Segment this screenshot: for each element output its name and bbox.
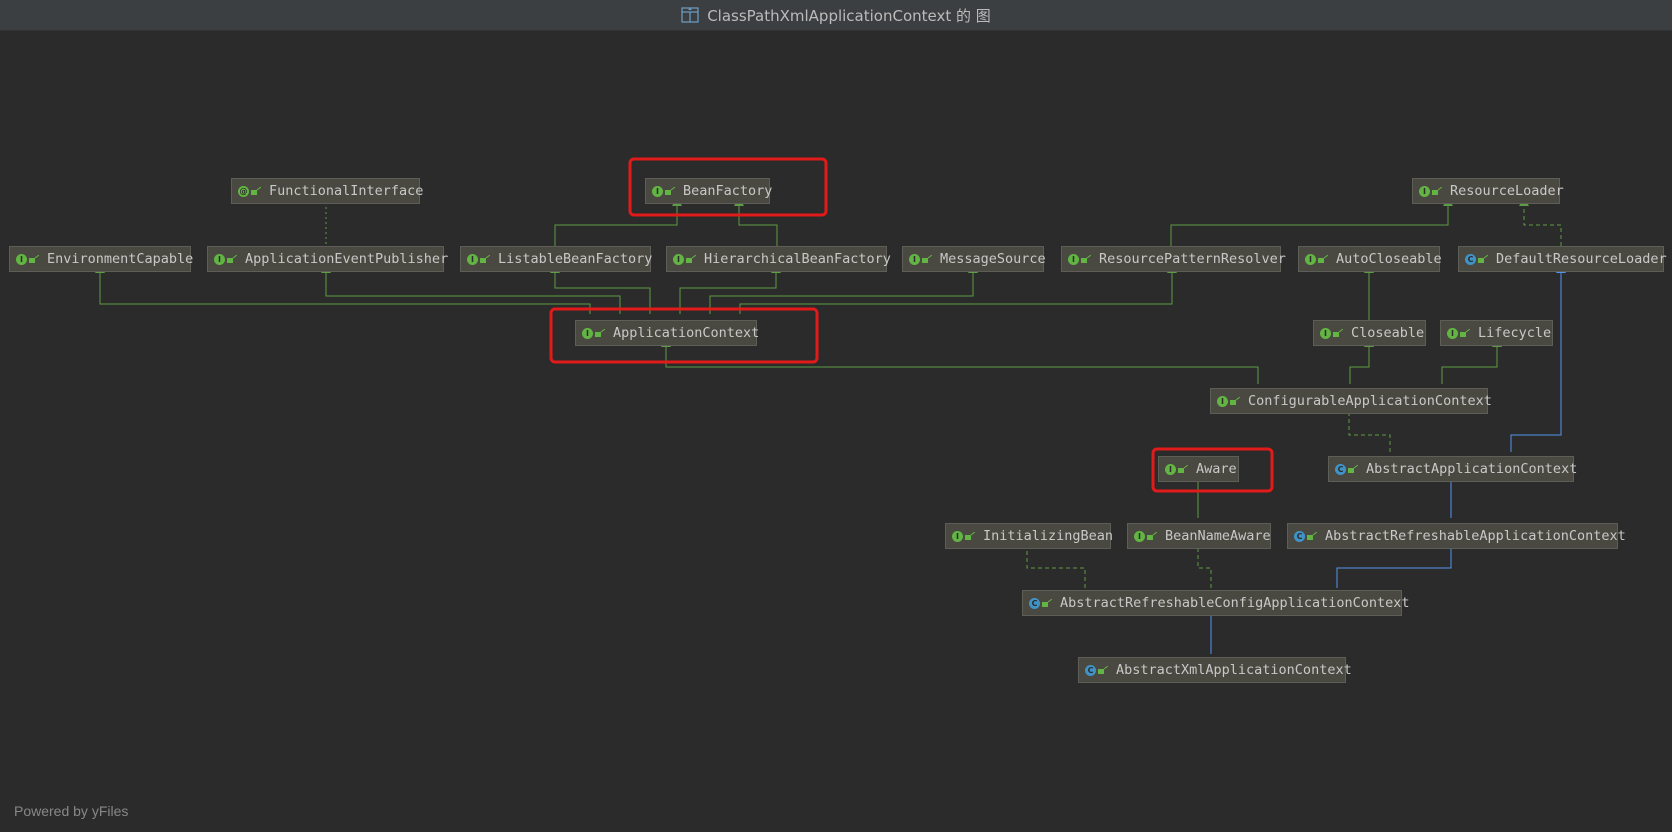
node-abstract-refreshable-application-context[interactable]: C AbstractRefreshableApplicationContext — [1287, 523, 1626, 549]
public-visibility-icon — [1318, 255, 1328, 263]
public-visibility-icon — [1230, 397, 1240, 405]
public-visibility-icon — [1081, 255, 1091, 263]
node-abstract-application-context[interactable]: C AbstractApplicationContext — [1328, 456, 1577, 482]
node-bean-factory[interactable]: I BeanFactory — [645, 178, 772, 204]
interface-icon: I — [1068, 253, 1079, 265]
edge-refreshableconfig-to-beannameaware — [1193, 540, 1212, 588]
interface-icon: I — [1305, 253, 1316, 265]
public-visibility-icon — [227, 255, 237, 263]
public-visibility-icon — [686, 255, 696, 263]
annotation-icon: @ — [238, 185, 249, 197]
interface-icon: I — [582, 327, 593, 339]
public-visibility-icon — [1307, 532, 1317, 540]
edge-refreshableconfig-to-initializingbean — [1022, 540, 1086, 588]
node-application-context[interactable]: I ApplicationContext — [575, 320, 759, 346]
edge-appcontext-to-environmentcapable — [95, 264, 591, 314]
node-functional-interface[interactable]: @ FunctionalInterface — [231, 178, 423, 204]
interface-icon: I — [909, 253, 920, 265]
interface-icon: I — [1419, 185, 1430, 197]
interface-icon: I — [652, 185, 663, 197]
window-title: ClassPathXmlApplicationContext 的 图 — [707, 6, 991, 25]
interface-icon: I — [214, 253, 225, 265]
abstract-class-icon: C — [1029, 597, 1040, 609]
edge-configurable-to-lifecycle — [1441, 338, 1502, 384]
public-visibility-icon — [1348, 465, 1358, 473]
edge-hierarchical-to-beanfactory — [734, 197, 778, 246]
interface-icon: I — [1447, 327, 1458, 339]
window-title-bar: ClassPathXmlApplicationContext 的 图 — [0, 0, 1672, 31]
public-visibility-icon — [665, 187, 675, 195]
public-visibility-icon — [1333, 329, 1343, 337]
node-auto-closeable[interactable]: I AutoCloseable — [1298, 246, 1442, 272]
diagram-edges — [95, 157, 1566, 654]
edge-configurable-to-closeable — [1349, 338, 1374, 384]
node-default-resource-loader[interactable]: C DefaultResourceLoader — [1458, 246, 1667, 272]
class-diagram-icon — [681, 7, 699, 23]
powered-by-label: Powered by yFiles — [14, 803, 129, 819]
node-hierarchical-bean-factory[interactable]: I HierarchicalBeanFactory — [666, 246, 891, 272]
interface-icon: I — [1217, 395, 1228, 407]
node-environment-capable[interactable]: I EnvironmentCapable — [9, 246, 193, 272]
interface-icon: I — [1134, 530, 1145, 542]
node-listable-bean-factory[interactable]: I ListableBeanFactory — [460, 246, 652, 272]
public-visibility-icon — [1478, 255, 1488, 263]
edge-listable-to-beanfactory — [554, 197, 682, 246]
public-visibility-icon — [1432, 187, 1442, 195]
edge-refreshableconfig-to-refreshable — [1336, 540, 1456, 588]
public-visibility-icon — [1178, 465, 1188, 473]
edge-abstractappcontext-to-configurable — [1344, 405, 1391, 452]
edge-configurable-to-appcontext — [661, 338, 1259, 384]
abstract-class-icon: C — [1294, 530, 1305, 542]
public-visibility-icon — [922, 255, 932, 263]
public-visibility-icon — [1147, 532, 1157, 540]
abstract-class-icon: C — [1335, 463, 1346, 475]
interface-icon: I — [1320, 327, 1331, 339]
node-initializing-bean[interactable]: I InitializingBean — [945, 523, 1113, 549]
node-abstract-xml-application-context[interactable]: C AbstractXmlApplicationContext — [1078, 657, 1352, 683]
node-configurable-application-context[interactable]: I ConfigurableApplicationContext — [1210, 388, 1492, 414]
public-visibility-icon — [1460, 329, 1470, 337]
edge-defaultresourceloader-to-resourceloader — [1519, 197, 1562, 246]
public-visibility-icon — [251, 187, 261, 195]
node-closeable[interactable]: I Closeable — [1313, 320, 1426, 346]
interface-icon: I — [16, 253, 27, 265]
diagram-canvas[interactable]: @ FunctionalInterface I BeanFactory I Re… — [0, 31, 1672, 832]
interface-icon: I — [467, 253, 478, 265]
node-aware[interactable]: I Aware — [1158, 456, 1239, 482]
public-visibility-icon — [480, 255, 490, 263]
interface-icon: I — [952, 530, 963, 542]
node-application-event-publisher[interactable]: I ApplicationEventPublisher — [207, 246, 448, 272]
node-resource-loader[interactable]: I ResourceLoader — [1412, 178, 1564, 204]
node-resource-pattern-resolver[interactable]: I ResourcePatternResolver — [1061, 246, 1286, 272]
interface-icon: I — [1165, 463, 1176, 475]
public-visibility-icon — [1042, 599, 1052, 607]
abstract-class-icon: C — [1085, 664, 1096, 676]
node-bean-name-aware[interactable]: I BeanNameAware — [1127, 523, 1271, 549]
public-visibility-icon — [29, 255, 39, 263]
public-visibility-icon — [965, 532, 975, 540]
public-visibility-icon — [1098, 666, 1108, 674]
interface-icon: I — [673, 253, 684, 265]
public-visibility-icon — [595, 329, 605, 337]
node-abstract-refreshable-config-application-context[interactable]: C AbstractRefreshableConfigApplicationCo… — [1022, 590, 1410, 616]
edge-abstractappcontext-to-defaultresourceloader — [1510, 264, 1566, 452]
node-message-source[interactable]: I MessageSource — [902, 246, 1046, 272]
class-icon: C — [1465, 253, 1476, 265]
edge-patternresolver-to-resourceloader — [1170, 197, 1453, 246]
node-lifecycle[interactable]: I Lifecycle — [1440, 320, 1553, 346]
